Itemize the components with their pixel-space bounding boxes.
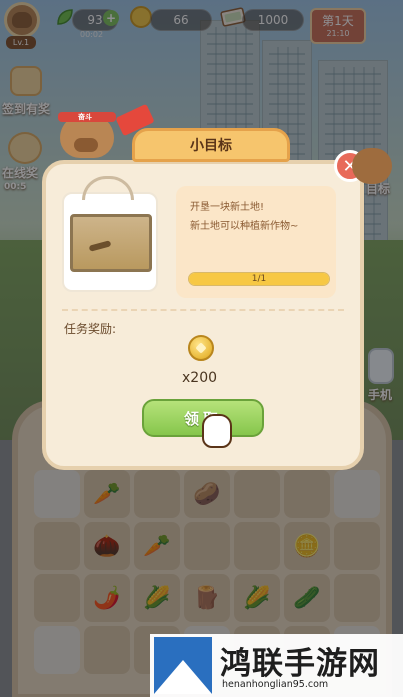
progress-text: 1/1 [251,274,267,284]
reward-label: 任务奖励: [64,322,117,336]
pointing-hand-icon [202,414,232,448]
task-progress-bar: 1/1 [188,272,330,286]
dialog-title: 小目标 [132,128,290,162]
task-line-1: 开垦一块新土地! [190,202,265,213]
headband-text: 奋斗 [78,113,92,121]
farmland-photo-icon [70,214,152,272]
task-description: 开垦一块新土地! 新土地可以种植新作物~ [190,198,328,236]
watermark-logo-icon [154,637,212,694]
dialog-divider [62,309,344,311]
watermark-url: henanhonglian95.com [222,679,329,690]
reward-coin-icon [188,335,214,361]
watermark-title: 鸿联手游网 [220,646,380,682]
capybara-peek-icon [352,148,392,184]
capybara-mascot-icon: 奋斗 [56,102,118,160]
reward-amount: x200 [182,370,218,386]
task-line-2: 新土地可以种植新作物~ [190,221,299,232]
